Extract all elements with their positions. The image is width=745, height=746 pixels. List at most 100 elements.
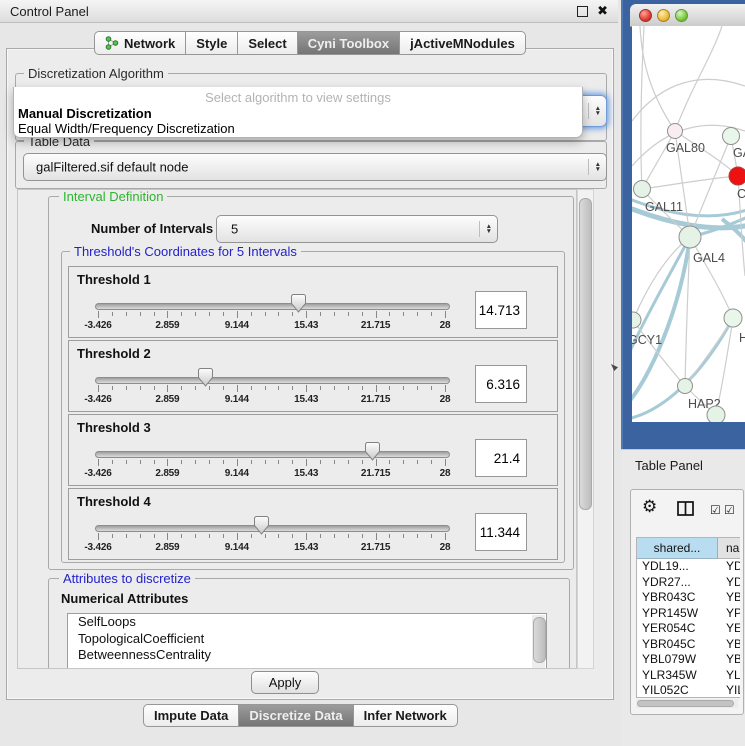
tick-mark bbox=[126, 312, 127, 316]
split-columns-icon[interactable] bbox=[677, 501, 694, 521]
panel-scrollbar[interactable] bbox=[577, 189, 594, 669]
network-edge[interactable] bbox=[642, 176, 738, 189]
tab-infer-network[interactable]: Infer Network bbox=[353, 704, 458, 727]
tab-label: Discretize Data bbox=[249, 708, 342, 723]
network-node-c[interactable] bbox=[729, 167, 745, 185]
network-node-hap2[interactable] bbox=[678, 379, 693, 394]
attribute-item[interactable]: BetweennessCentrality bbox=[68, 647, 546, 664]
attribute-item[interactable]: TopologicalCoefficient bbox=[68, 631, 546, 648]
group-title: Threshold's Coordinates for 5 Intervals bbox=[70, 244, 301, 259]
select-none-checkbox-icon[interactable]: ☑ bbox=[724, 503, 735, 517]
tick-mark bbox=[292, 534, 293, 538]
table-header: shared...na bbox=[637, 538, 740, 559]
scrollbar-thumb[interactable] bbox=[533, 617, 546, 663]
tick-mark bbox=[445, 385, 446, 392]
number-of-intervals-label: Number of Intervals bbox=[91, 221, 213, 236]
cell-name: YBR0 bbox=[718, 590, 740, 606]
float-window-icon[interactable] bbox=[577, 6, 588, 17]
tick-label: 2.859 bbox=[145, 542, 189, 553]
algorithm-option-equal-width-frequency-discretization[interactable]: Equal Width/Frequency Discretization bbox=[18, 121, 578, 136]
tab-jactivemnodules[interactable]: jActiveMNodules bbox=[399, 31, 526, 55]
threshold-value-field[interactable]: 14.713 bbox=[475, 291, 527, 329]
tab-select[interactable]: Select bbox=[237, 31, 297, 55]
threshold-value-field[interactable]: 21.4 bbox=[475, 439, 527, 477]
slider-track[interactable] bbox=[95, 377, 450, 384]
tick-label: 2.859 bbox=[145, 320, 189, 331]
network-edge[interactable] bbox=[642, 131, 675, 189]
tab-cyni-toolbox[interactable]: Cyni Toolbox bbox=[297, 31, 400, 55]
list-scrollbar[interactable] bbox=[532, 615, 545, 669]
table-row[interactable]: YPR145WYPR1 bbox=[637, 606, 740, 622]
network-edge[interactable] bbox=[640, 26, 675, 131]
tick-mark bbox=[265, 460, 266, 464]
tick-mark bbox=[403, 534, 404, 538]
node-table: shared...na YDL19...YDL1YDR27...YDR2YBR0… bbox=[636, 537, 740, 698]
tab-discretize-data[interactable]: Discretize Data bbox=[238, 704, 353, 727]
tab-network[interactable]: Network bbox=[94, 31, 186, 55]
table-hscrollbar[interactable] bbox=[636, 699, 738, 708]
network-edge[interactable] bbox=[685, 318, 733, 386]
algorithm-option-manual-discretization[interactable]: Manual Discretization bbox=[18, 106, 578, 121]
tick-mark bbox=[445, 311, 446, 318]
cell-name: YBR0 bbox=[718, 637, 740, 653]
slider-thumb[interactable] bbox=[254, 516, 269, 535]
tick-mark bbox=[223, 312, 224, 316]
zoom-window-button-icon[interactable] bbox=[675, 9, 688, 22]
network-node-gal11[interactable] bbox=[634, 181, 651, 198]
table-row[interactable]: YLR345WYLR3 bbox=[637, 668, 740, 684]
gear-icon[interactable]: ⚙ bbox=[642, 497, 657, 517]
network-node-gcy1[interactable] bbox=[632, 312, 641, 328]
close-window-button-icon[interactable] bbox=[639, 9, 652, 22]
tick-mark bbox=[320, 460, 321, 464]
select-all-checkbox-icon[interactable]: ☑ bbox=[710, 503, 721, 517]
tab-style[interactable]: Style bbox=[185, 31, 238, 55]
tick-mark bbox=[112, 312, 113, 316]
tick-label: 15.43 bbox=[284, 468, 328, 479]
table-data-combobox[interactable]: galFiltered.sif default node ▲▼ bbox=[23, 153, 607, 181]
slider-track[interactable] bbox=[95, 303, 450, 310]
scrollbar-thumb[interactable] bbox=[637, 700, 734, 707]
table-row[interactable]: YBR043CYBR0 bbox=[637, 590, 740, 606]
table-row[interactable]: YER054CYER0 bbox=[637, 621, 740, 637]
tick-mark bbox=[140, 460, 141, 464]
tick-mark bbox=[417, 534, 418, 538]
tick-mark bbox=[348, 534, 349, 538]
threshold-value-field[interactable]: 11.344 bbox=[475, 513, 527, 551]
slider-thumb[interactable] bbox=[291, 294, 306, 313]
numerical-attributes-list: SelfLoopsTopologicalCoefficientBetweenne… bbox=[67, 613, 547, 669]
network-node-h[interactable] bbox=[724, 309, 742, 327]
slider-track[interactable] bbox=[95, 525, 450, 532]
network-node-gal4[interactable] bbox=[679, 226, 701, 248]
tick-mark bbox=[306, 311, 307, 318]
threshold-value-field[interactable]: 6.316 bbox=[475, 365, 527, 403]
tick-mark bbox=[167, 533, 168, 540]
tick-mark bbox=[112, 534, 113, 538]
close-icon[interactable]: ✖ bbox=[597, 3, 608, 19]
tab-impute-data[interactable]: Impute Data bbox=[143, 704, 239, 727]
table-row[interactable]: YDR27...YDR2 bbox=[637, 575, 740, 591]
column-header-shared[interactable]: shared... bbox=[637, 538, 718, 559]
tick-mark bbox=[348, 460, 349, 464]
network-node[interactable] bbox=[707, 406, 725, 422]
tick-mark bbox=[362, 386, 363, 390]
slider-thumb[interactable] bbox=[198, 368, 213, 387]
table-row[interactable]: YBR045CYBR0 bbox=[637, 637, 740, 653]
scrollbar-thumb[interactable] bbox=[579, 198, 592, 510]
network-edge[interactable] bbox=[675, 26, 722, 131]
attribute-item[interactable]: SelfLoops bbox=[68, 614, 546, 631]
minimize-window-button-icon[interactable] bbox=[657, 9, 670, 22]
table-row[interactable]: YDL19...YDL1 bbox=[637, 559, 740, 575]
network-edge[interactable] bbox=[690, 237, 733, 318]
network-node-gal80[interactable] bbox=[668, 124, 683, 139]
slider-track[interactable] bbox=[95, 451, 450, 458]
network-node-ga[interactable] bbox=[723, 128, 740, 145]
apply-button[interactable]: Apply bbox=[251, 671, 319, 694]
table-row[interactable]: YBL079WYBL0 bbox=[637, 652, 740, 668]
column-header-na[interactable]: na bbox=[718, 538, 740, 559]
slider-thumb[interactable] bbox=[365, 442, 380, 461]
number-of-intervals-spinner[interactable]: 5 ▲▼ bbox=[216, 215, 498, 243]
tick-mark bbox=[389, 386, 390, 390]
table-row[interactable]: YIL052CYIL0 bbox=[637, 683, 740, 698]
network-canvas[interactable]: GAL80GACGAL11GAL4GCY1HHAP2 bbox=[632, 26, 745, 422]
tick-label: 15.43 bbox=[284, 394, 328, 405]
